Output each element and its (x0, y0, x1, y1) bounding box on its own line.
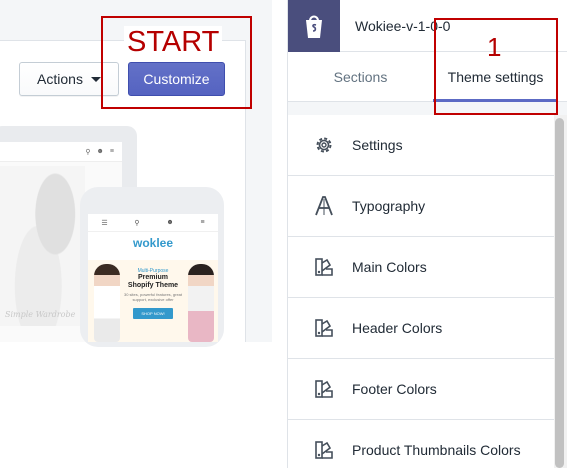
theme-editor-sidebar: Wokiee-v-1-0-0 Sections Theme settings S… (287, 0, 567, 468)
color-palette-icon (313, 317, 335, 339)
settings-item-label: Typography (352, 198, 426, 214)
settings-item-label: Header Colors (352, 320, 443, 336)
gear-icon (313, 134, 335, 156)
settings-item-settings[interactable]: Settings (288, 115, 554, 176)
hero-headline-line-2: Shopify Theme (127, 282, 179, 289)
search-icon: ⚲ (134, 219, 140, 227)
phone-preview-header: ☰ ⚲ ☻ ≡ (88, 214, 218, 232)
hero-text-block: Multi-Purpose Premium Shopify Theme 30 s… (116, 268, 190, 320)
settings-sliders-icon: ≡ (109, 148, 114, 155)
typography-icon (313, 195, 335, 217)
settings-sliders-icon: ≡ (200, 219, 205, 226)
settings-item-footer-colors[interactable]: Footer Colors (288, 359, 554, 420)
settings-item-product-thumbnails-colors[interactable]: Product Thumbnails Colors (288, 420, 554, 468)
color-palette-icon (313, 439, 335, 461)
settings-item-header-colors[interactable]: Header Colors (288, 298, 554, 359)
laptop-preview-header: ⚲ ☻ ≡ (0, 142, 122, 162)
hero-headline-line-1: Premium (138, 274, 168, 281)
color-palette-icon (313, 378, 335, 400)
laptop-hero-image (0, 166, 85, 326)
laptop-hero-script-text: Simple Wardrobe (5, 310, 76, 319)
settings-item-main-colors[interactable]: Main Colors (288, 237, 554, 298)
hero-subtext: 30 sites, powerful features, great suppo… (116, 292, 190, 302)
hero-subtext-line-2: support, exclusive offer (132, 297, 174, 302)
scrollbar-thumb[interactable] (555, 118, 564, 468)
phone-preview-screen: ☰ ⚲ ☻ ≡ woklee Multi-Purpose Premium Sho… (88, 214, 218, 342)
menu-icon: ☰ (101, 219, 108, 227)
settings-item-label: Footer Colors (352, 381, 437, 397)
shopify-bag-icon[interactable] (288, 0, 340, 52)
start-annotation-label: START (124, 26, 223, 58)
search-icon: ⚲ (85, 148, 91, 156)
tab-sections[interactable]: Sections (288, 52, 433, 102)
hero-model-right (188, 264, 214, 342)
settings-item-typography[interactable]: Typography (288, 176, 554, 237)
shop-now-button: SHOP NOW! (133, 308, 173, 319)
settings-item-label: Product Thumbnails Colors (352, 442, 521, 458)
settings-item-label: Settings (352, 137, 403, 153)
admin-panel: Actions Customize ⚲ ☻ ≡ Simple Wardrobe … (0, 0, 287, 468)
actions-button-label: Actions (37, 71, 83, 87)
preview-brand-logo: woklee (132, 236, 174, 250)
caret-down-icon (90, 76, 101, 82)
settings-item-label: Main Colors (352, 259, 427, 275)
theme-settings-list: Settings Typography Main Colors Header C… (288, 115, 554, 468)
step-1-annotation-label: 1 (487, 32, 502, 62)
user-icon: ☻ (96, 148, 104, 155)
user-icon: ☻ (166, 219, 174, 226)
hero-headline: Premium Shopify Theme (116, 274, 190, 290)
color-palette-icon (313, 256, 335, 278)
